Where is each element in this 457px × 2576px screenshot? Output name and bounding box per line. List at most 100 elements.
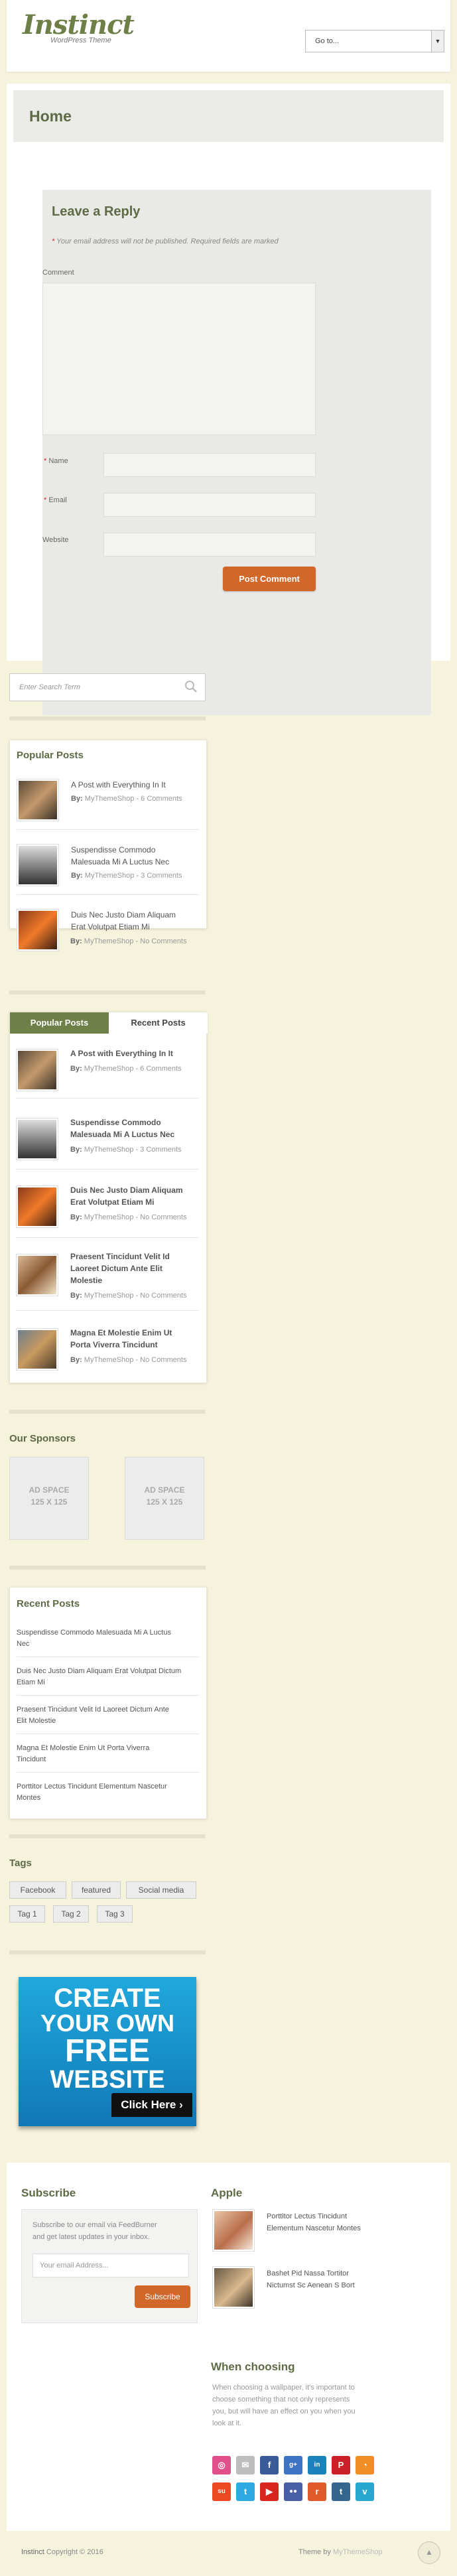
post-meta: By: MyThemeShop - No Comments — [70, 937, 187, 945]
post-title-link[interactable]: A Post with Everything In It — [70, 1048, 173, 1059]
post-title-link-line2[interactable]: Erat Volutpat Etiam Mi — [70, 1196, 154, 1208]
youtube-icon[interactable]: ▶ — [260, 2482, 279, 2501]
website-field[interactable] — [103, 533, 316, 557]
email-label-text: Email — [48, 496, 67, 504]
search-widget[interactable]: Enter Search Term — [9, 673, 206, 701]
comment-textarea[interactable] — [42, 283, 316, 435]
post-title-link-line2[interactable]: Erat Volutpat Etiam Mi — [71, 921, 150, 933]
post-title-link-line3[interactable]: Molestie — [70, 1274, 102, 1286]
divider — [17, 1695, 200, 1696]
post-thumbnail[interactable] — [16, 1328, 58, 1371]
vimeo-icon[interactable]: v — [356, 2482, 374, 2501]
tumblr-icon[interactable]: t — [332, 2482, 350, 2501]
ad-space-2[interactable]: AD SPACE 125 X 125 — [125, 1457, 204, 1540]
post-title-link[interactable]: Magna Et Molestie Enim Ut — [70, 1327, 172, 1339]
subscribe-email-input[interactable]: Your email Address... — [33, 2254, 189, 2277]
email-icon[interactable]: ✉ — [236, 2456, 255, 2474]
post-title-link[interactable]: Suspendisse Commodo — [70, 1117, 161, 1128]
subscribe-button[interactable]: Subscribe — [135, 2285, 190, 2308]
apple-post-thumbnail[interactable] — [212, 2266, 255, 2309]
logo-text[interactable]: Instinct — [23, 12, 135, 38]
divider — [17, 829, 200, 830]
ad-space-size: 125 X 125 — [31, 1497, 68, 1507]
name-field[interactable] — [103, 453, 316, 477]
divider — [17, 1772, 200, 1773]
post-title-link[interactable]: Praesent Tincidunt Velit Id — [70, 1251, 170, 1262]
pinterest-icon[interactable]: P — [332, 2456, 350, 2474]
facebook-icon[interactable]: f — [260, 2456, 279, 2474]
recent-post-link[interactable]: Suspendisse Commodo Malesuada Mi A Luctu… — [17, 1627, 200, 1650]
apple-post-link[interactable]: Bashet Pid Nassa Tortitor Nictumst Sc Aen… — [267, 2268, 355, 2291]
search-input[interactable]: Enter Search Term — [19, 683, 80, 691]
reddit-icon[interactable]: r — [308, 2482, 326, 2501]
subscribe-box: Subscribe to our email via FeedBurner and… — [21, 2209, 198, 2323]
tabbed-posts-list: A Post with Everything In It By: MyTheme… — [9, 1033, 207, 1383]
post-title-link[interactable]: Duis Nec Justo Diam Aliquam — [70, 1184, 183, 1196]
tab-recent-posts[interactable]: Recent Posts — [109, 1012, 208, 1034]
flickr-icon[interactable]: ●● — [284, 2482, 302, 2501]
twitter-icon[interactable]: t — [236, 2482, 255, 2501]
create-website-banner[interactable]: CREATE YOUR OWN FREE WEBSITE Click Here … — [19, 1977, 196, 2126]
post-title-link[interactable]: Suspendisse Commodo — [71, 844, 155, 856]
post-comment-button[interactable]: Post Comment — [223, 567, 316, 591]
choosing-heading: When choosing — [211, 2360, 295, 2373]
copyright-site-link[interactable]: Instinct — [21, 2548, 44, 2556]
tag-link[interactable]: Tag 1 — [9, 1905, 45, 1923]
apple-post-link[interactable]: Porttitor Lectus Tincidunt Elementum Nasc… — [267, 2210, 361, 2234]
post-meta: By: MyThemeShop - No Comments — [70, 1213, 187, 1221]
tag-link[interactable]: Tag 3 — [97, 1905, 133, 1923]
site-logo[interactable]: Instinct WordPress Theme — [23, 12, 135, 45]
tag-link[interactable]: featured — [72, 1881, 121, 1899]
post-title-link-line2[interactable]: Porta Viverra Tincidunt — [70, 1339, 158, 1351]
divider — [9, 990, 206, 994]
recent-posts-heading: Recent Posts — [17, 1598, 80, 1609]
tag-link[interactable]: Tag 2 — [53, 1905, 89, 1923]
post-title-link-line2[interactable]: Malesuada Mi A Luctus Nec — [71, 856, 169, 868]
recent-post-link[interactable]: Praesent Tincidunt Velit Id Laoreet Dict… — [17, 1704, 200, 1727]
post-title-link[interactable]: Duis Nec Justo Diam Aliquam — [71, 909, 176, 921]
tag-link[interactable]: Facebook — [9, 1881, 66, 1899]
back-to-top-icon[interactable]: ▲ — [418, 2542, 440, 2564]
subscribe-text: Subscribe to our email via FeedBurner and… — [33, 2221, 157, 2241]
theme-author-link[interactable]: MyThemeShop — [333, 2548, 383, 2556]
divider — [9, 1566, 206, 1570]
goto-menu-select[interactable]: Go to... ▼ — [305, 30, 444, 52]
post-meta: By: MyThemeShop - 3 Comments — [70, 1146, 182, 1154]
divider — [9, 716, 206, 720]
recent-post-link[interactable]: Porttitor Lectus Tincidunt Elementum Nas… — [17, 1781, 200, 1804]
post-thumbnail[interactable] — [16, 1049, 58, 1091]
divider — [16, 1169, 199, 1170]
recent-post-link[interactable]: Duis Nec Justo Diam Aliquam Erat Volutpa… — [17, 1666, 200, 1688]
google-plus-icon[interactable]: g+ — [284, 2456, 302, 2474]
dribbble-icon[interactable]: ◎ — [212, 2456, 231, 2474]
post-thumbnail[interactable] — [16, 1118, 58, 1160]
name-label-text: Name — [48, 457, 68, 465]
post-title-link-line2[interactable]: Malesuada Mi A Luctus Nec — [70, 1128, 174, 1140]
recent-post-link[interactable]: Magna Et Molestie Enim Ut Porta Viverra T… — [17, 1743, 200, 1765]
sponsors-heading: Our Sponsors — [9, 1433, 76, 1444]
ad-space-1[interactable]: AD SPACE 125 X 125 — [9, 1457, 89, 1540]
rss-icon[interactable]: ◔ — [356, 2456, 374, 2474]
email-field[interactable] — [103, 493, 316, 517]
apple-post-thumbnail[interactable] — [212, 2209, 255, 2252]
tag-link[interactable]: Social media — [126, 1881, 196, 1899]
post-title-link[interactable]: A Post with Everything In It — [71, 779, 166, 791]
post-thumbnail[interactable] — [16, 1254, 58, 1296]
tab-popular-posts[interactable]: Popular Posts — [10, 1012, 109, 1034]
post-meta: By: MyThemeShop - No Comments — [70, 1356, 187, 1364]
post-title-link-line2[interactable]: Laoreet Dictum Ante Elit — [70, 1262, 163, 1274]
post-thumbnail[interactable] — [17, 844, 59, 886]
post-thumbnail[interactable] — [16, 1186, 58, 1228]
stumbleupon-icon[interactable]: su — [212, 2482, 231, 2501]
search-icon[interactable] — [184, 679, 198, 694]
click-here-button[interactable]: Click Here › — [111, 2093, 192, 2117]
page-title: Home — [29, 107, 72, 125]
popular-posts-heading: Popular Posts — [17, 750, 84, 761]
chevron-down-icon[interactable]: ▼ — [431, 31, 444, 52]
social-icons: ◎ ✉ f g+ in P ◔ su t ▶ ●● r t v — [212, 2456, 385, 2509]
post-thumbnail[interactable] — [17, 779, 59, 821]
post-thumbnail[interactable] — [17, 909, 59, 951]
banner-line-1: CREATE — [54, 1984, 161, 2013]
name-label: * Name — [44, 457, 68, 465]
linkedin-icon[interactable]: in — [308, 2456, 326, 2474]
